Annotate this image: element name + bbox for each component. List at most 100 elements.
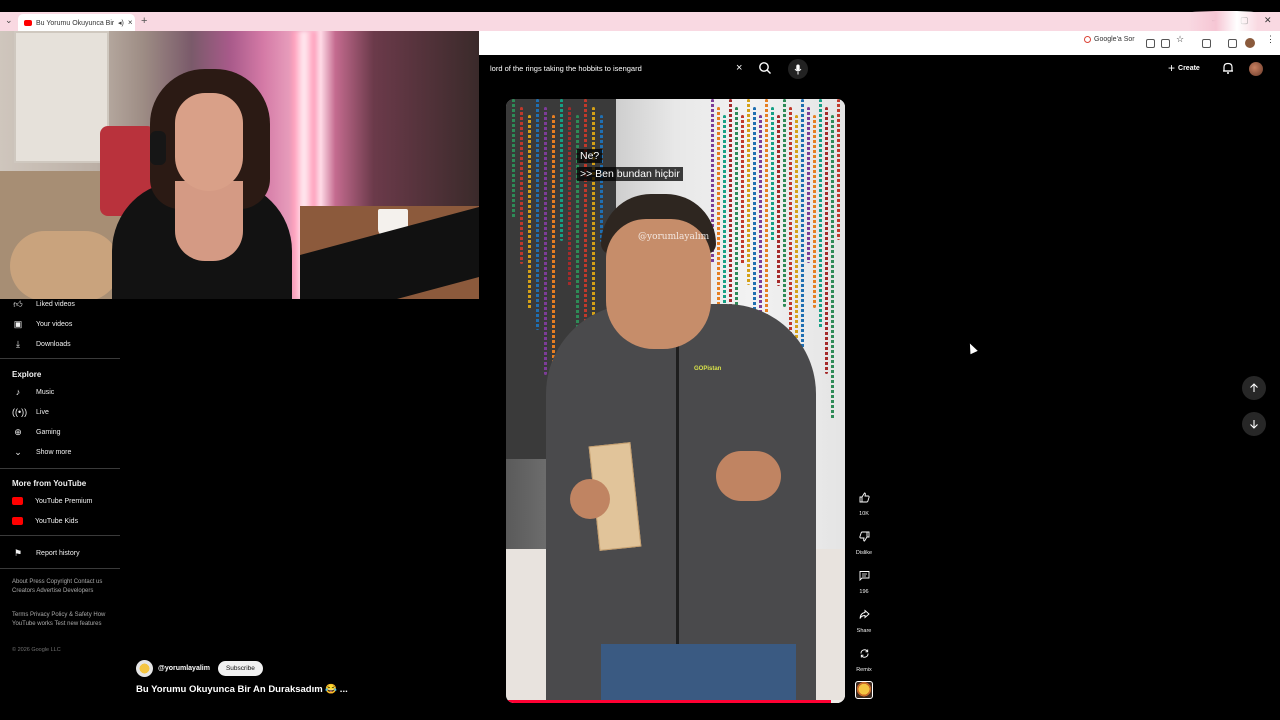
prayer-bead-strand <box>717 107 720 308</box>
browser-tab[interactable]: Bu Yorumu Okuyunca Bir An Duraksadım 😂 -… <box>18 14 135 31</box>
prayer-bead-strand <box>753 107 756 330</box>
sidebar-item-label: Report history <box>36 549 80 557</box>
video-caption: Ne? >> Ben bundan hiçbir <box>577 146 683 182</box>
sidebar-item-report-history[interactable]: ⚑ Report history <box>12 546 80 560</box>
sidebar-item-youtube-kids[interactable]: YouTube Kids <box>12 514 78 528</box>
search-input[interactable]: lord of the rings taking the hobbits to … <box>484 59 752 79</box>
tab-close-icon[interactable]: × <box>128 18 133 27</box>
voice-search-button[interactable] <box>788 59 808 79</box>
sidebar-item-live[interactable]: ((•)) Live <box>12 405 49 419</box>
sidebar-footer-links-1[interactable]: About Press Copyright Contact us Creator… <box>12 578 118 596</box>
caption-line: Ne? <box>577 149 603 163</box>
sidebar-item-your-videos[interactable]: ▣ Your videos <box>12 317 73 331</box>
like-count: 10K <box>859 511 869 517</box>
sidebar-item-music[interactable]: ♪ Music <box>12 385 55 399</box>
sidebar-item-label: Liked videos <box>36 300 75 308</box>
search-icon[interactable] <box>758 61 772 75</box>
mic-icon <box>794 64 802 74</box>
streamer-webcam <box>0 31 479 299</box>
tab-title: Bu Yorumu Okuyunca Bir An Duraksadım 😂 -… <box>36 19 114 27</box>
prayer-bead-strand <box>741 115 744 264</box>
search-query: lord of the rings taking the hobbits to … <box>490 64 642 73</box>
ask-google-button[interactable]: Google'a Sor <box>1084 36 1135 43</box>
close-window-button[interactable]: ✕ <box>1264 15 1272 26</box>
previous-short-button[interactable] <box>1242 376 1266 400</box>
youtube-kids-icon <box>12 517 23 525</box>
clear-search-icon[interactable]: × <box>736 62 742 74</box>
dislike-button[interactable]: Dislike <box>852 525 876 556</box>
thumb-up-icon: 👍︎ <box>13 298 23 309</box>
sidebar-divider <box>0 468 120 469</box>
bookmark-star-icon[interactable]: ☆ <box>1176 34 1184 45</box>
ask-google-label: Google'a Sor <box>1094 36 1135 43</box>
prayer-bead-strand <box>771 107 774 241</box>
download-icon: ⤓ <box>16 338 20 349</box>
youtube-favicon-icon <box>24 19 32 26</box>
subscribe-button[interactable]: Subscribe <box>217 661 263 676</box>
extensions-icon[interactable] <box>1202 39 1211 48</box>
webcam-person-face <box>175 93 243 191</box>
prayer-bead-strand <box>560 99 563 241</box>
comment-icon <box>853 564 875 586</box>
prayer-bead-strand <box>831 115 834 419</box>
sidebar-footer-links-2[interactable]: Terms Privacy Policy & Safety How YouTub… <box>12 611 118 629</box>
sidebar-item-liked-videos[interactable]: 👍︎ Liked videos <box>12 297 75 311</box>
browser-menu-icon[interactable]: ⋮ <box>1266 34 1275 45</box>
browser-tabstrip: ⌄ Bu Yorumu Okuyunca Bir An Duraksadım 😂… <box>0 12 1280 31</box>
flag-icon: ⚑ <box>13 547 23 558</box>
sidebar-item-gaming[interactable]: ⊕ Gaming <box>12 425 60 439</box>
screen-bottom-border <box>0 708 1280 720</box>
bell-icon[interactable] <box>1221 61 1235 75</box>
sidebar-item-show-more[interactable]: ⌄ Show more <box>12 445 71 459</box>
new-tab-button[interactable]: + <box>141 15 147 27</box>
browser-toolbar: Google'a Sor ☆ ⋮ <box>478 31 1280 55</box>
sidebar-item-label: YouTube Premium <box>35 497 93 505</box>
short-video-player[interactable]: GOPistan @yorumlayalım Ne? >> Ben bundan… <box>506 99 845 703</box>
create-button[interactable]: + Create <box>1168 61 1200 75</box>
webcam-door <box>14 31 109 163</box>
decorative-sparkle-overlay <box>1188 11 1258 33</box>
explore-heading: Explore <box>12 370 42 379</box>
translate-icon[interactable] <box>1146 39 1155 48</box>
tab-search-icon[interactable]: ⌄ <box>5 15 13 26</box>
prayer-bead-strand <box>825 107 828 374</box>
plus-icon: + <box>1168 61 1176 75</box>
share-icon <box>853 603 875 625</box>
channel-name[interactable]: @yorumlayalim <box>158 665 210 672</box>
short-title[interactable]: Bu Yorumu Okuyunca Bir An Duraksadım 😂 .… <box>136 684 348 695</box>
like-button[interactable]: 10K <box>852 486 876 517</box>
speaker-icon[interactable]: ◂) <box>118 19 124 27</box>
sidebar-item-label: Your videos <box>36 320 73 328</box>
remix-button[interactable]: Remix <box>852 642 876 673</box>
sound-thumbnail[interactable] <box>855 681 873 699</box>
headset-icon <box>150 131 166 165</box>
account-avatar[interactable] <box>1249 62 1263 76</box>
prayer-bead-strand <box>819 99 822 329</box>
video-progress-bar[interactable] <box>506 700 845 703</box>
channel-avatar[interactable] <box>136 660 153 677</box>
downloads-toolbar-icon[interactable] <box>1228 39 1237 48</box>
prayer-bead-strand <box>789 107 792 352</box>
install-app-icon[interactable] <box>1161 39 1170 48</box>
share-button[interactable]: Share <box>852 603 876 634</box>
sidebar-item-youtube-premium[interactable]: YouTube Premium <box>12 494 92 508</box>
prayer-bead-strand <box>584 99 587 352</box>
prayer-bead-strand <box>528 115 531 309</box>
google-lens-icon <box>1084 36 1091 43</box>
prayer-bead-strand <box>520 107 523 264</box>
prayer-bead-strand <box>568 107 571 286</box>
next-short-button[interactable] <box>1242 412 1266 436</box>
remix-icon <box>853 642 875 664</box>
arrow-down-icon <box>1250 420 1258 429</box>
profile-avatar[interactable] <box>1245 38 1255 48</box>
prayer-bead-strand <box>512 99 515 219</box>
comments-button[interactable]: 196 <box>852 564 876 595</box>
mouse-cursor-icon <box>966 341 978 355</box>
remix-label: Remix <box>856 667 872 673</box>
comment-count: 196 <box>859 589 869 595</box>
thumb-down-icon <box>853 525 875 547</box>
music-note-icon: ♪ <box>15 387 21 397</box>
sidebar-item-downloads[interactable]: ⤓ Downloads <box>12 337 71 351</box>
video-person-hand <box>570 479 610 519</box>
youtube-premium-icon <box>12 497 23 505</box>
